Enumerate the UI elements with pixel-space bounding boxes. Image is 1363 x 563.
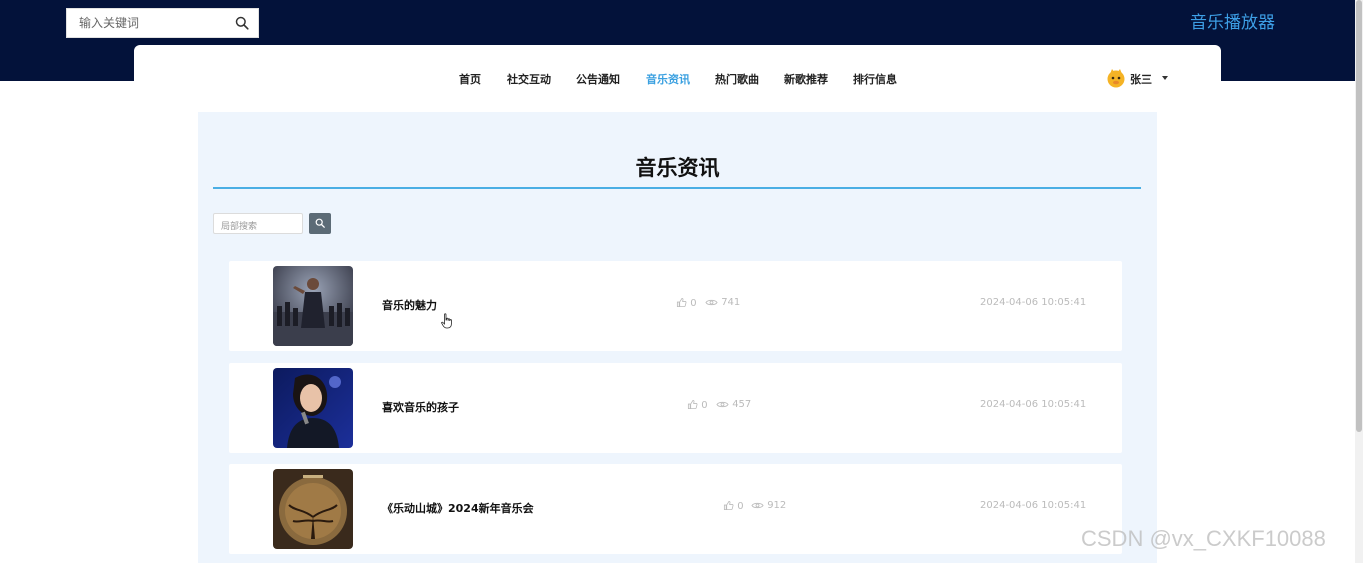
view-count: 457	[716, 399, 751, 410]
page-title: 音乐资讯	[635, 156, 720, 180]
nav-item-notices[interactable]: 公告通知	[576, 71, 620, 87]
like-count[interactable]: 0	[687, 399, 708, 411]
page-scrollbar[interactable]	[1355, 0, 1363, 563]
user-name: 张三	[1130, 73, 1152, 86]
local-search-box	[213, 213, 307, 237]
nav-item-rankings[interactable]: 排行信息	[853, 71, 897, 87]
chevron-down-icon[interactable]	[1162, 76, 1168, 80]
avatar	[1107, 69, 1125, 88]
news-thumbnail-singer-stage	[273, 266, 353, 346]
eye-icon	[705, 299, 718, 306]
nav-item-music-news[interactable]: 音乐资讯	[646, 71, 690, 87]
nav-item-new-songs[interactable]: 新歌推荐	[784, 71, 828, 87]
hand-cursor-icon	[441, 313, 452, 329]
like-count-value: 0	[690, 298, 697, 309]
news-thumbnail-album-tree	[273, 469, 353, 549]
view-count: 912	[751, 500, 786, 511]
search-icon[interactable]	[235, 16, 249, 30]
view-count-value: 912	[767, 500, 787, 511]
like-count[interactable]: 0	[676, 297, 697, 309]
news-content-panel: 音乐资讯 音乐的魅力 0 741 2024-04-0	[198, 112, 1157, 563]
eye-icon	[716, 401, 729, 408]
thumbs-up-icon	[687, 399, 698, 410]
view-count: 741	[705, 297, 740, 308]
news-item[interactable]: 喜欢音乐的孩子 0 457 2024-04-06 10:05:41	[229, 363, 1122, 453]
nav-item-hot-songs[interactable]: 热门歌曲	[715, 71, 759, 87]
view-count-value: 457	[732, 399, 752, 410]
app-title: 音乐播放器	[1190, 13, 1275, 33]
news-title[interactable]: 《乐动山城》2024新年音乐会	[382, 500, 534, 516]
news-item[interactable]: 《乐动山城》2024新年音乐会 0 912 2024-04-06 10:05:4…	[229, 464, 1122, 554]
title-underline	[213, 187, 1141, 189]
global-search-box	[66, 8, 259, 38]
main-nav: 首页 社交互动 公告通知 音乐资讯 热门歌曲 新歌推荐 排行信息	[134, 71, 1221, 91]
like-count-value: 0	[701, 400, 708, 411]
news-date: 2024-04-06 10:05:41	[980, 500, 1087, 511]
global-search-input[interactable]	[67, 9, 239, 37]
news-date: 2024-04-06 10:05:41	[980, 297, 1087, 308]
local-search-button[interactable]	[309, 213, 331, 234]
nav-item-home[interactable]: 首页	[459, 71, 481, 87]
nav-card: 首页 社交互动 公告通知 音乐资讯 热门歌曲 新歌推荐 排行信息 张三	[134, 45, 1221, 111]
thumbs-up-icon	[723, 500, 734, 511]
news-date: 2024-04-06 10:05:41	[980, 399, 1087, 410]
local-search-input[interactable]	[214, 217, 307, 237]
view-count-value: 741	[721, 297, 741, 308]
like-count[interactable]: 0	[723, 500, 744, 512]
news-thumbnail-singer-microphone	[273, 368, 353, 448]
scrollbar-thumb[interactable]	[1356, 0, 1362, 432]
thumbs-up-icon	[676, 297, 687, 308]
news-title[interactable]: 音乐的魅力	[382, 297, 437, 313]
nav-item-social[interactable]: 社交互动	[507, 71, 551, 87]
watermark: CSDN @vx_CXKF10088	[1081, 526, 1326, 551]
news-item[interactable]: 音乐的魅力 0 741 2024-04-06 10:05:41	[229, 261, 1122, 351]
eye-icon	[751, 502, 764, 509]
like-count-value: 0	[737, 501, 744, 512]
search-icon	[315, 218, 325, 228]
news-title[interactable]: 喜欢音乐的孩子	[382, 399, 459, 415]
